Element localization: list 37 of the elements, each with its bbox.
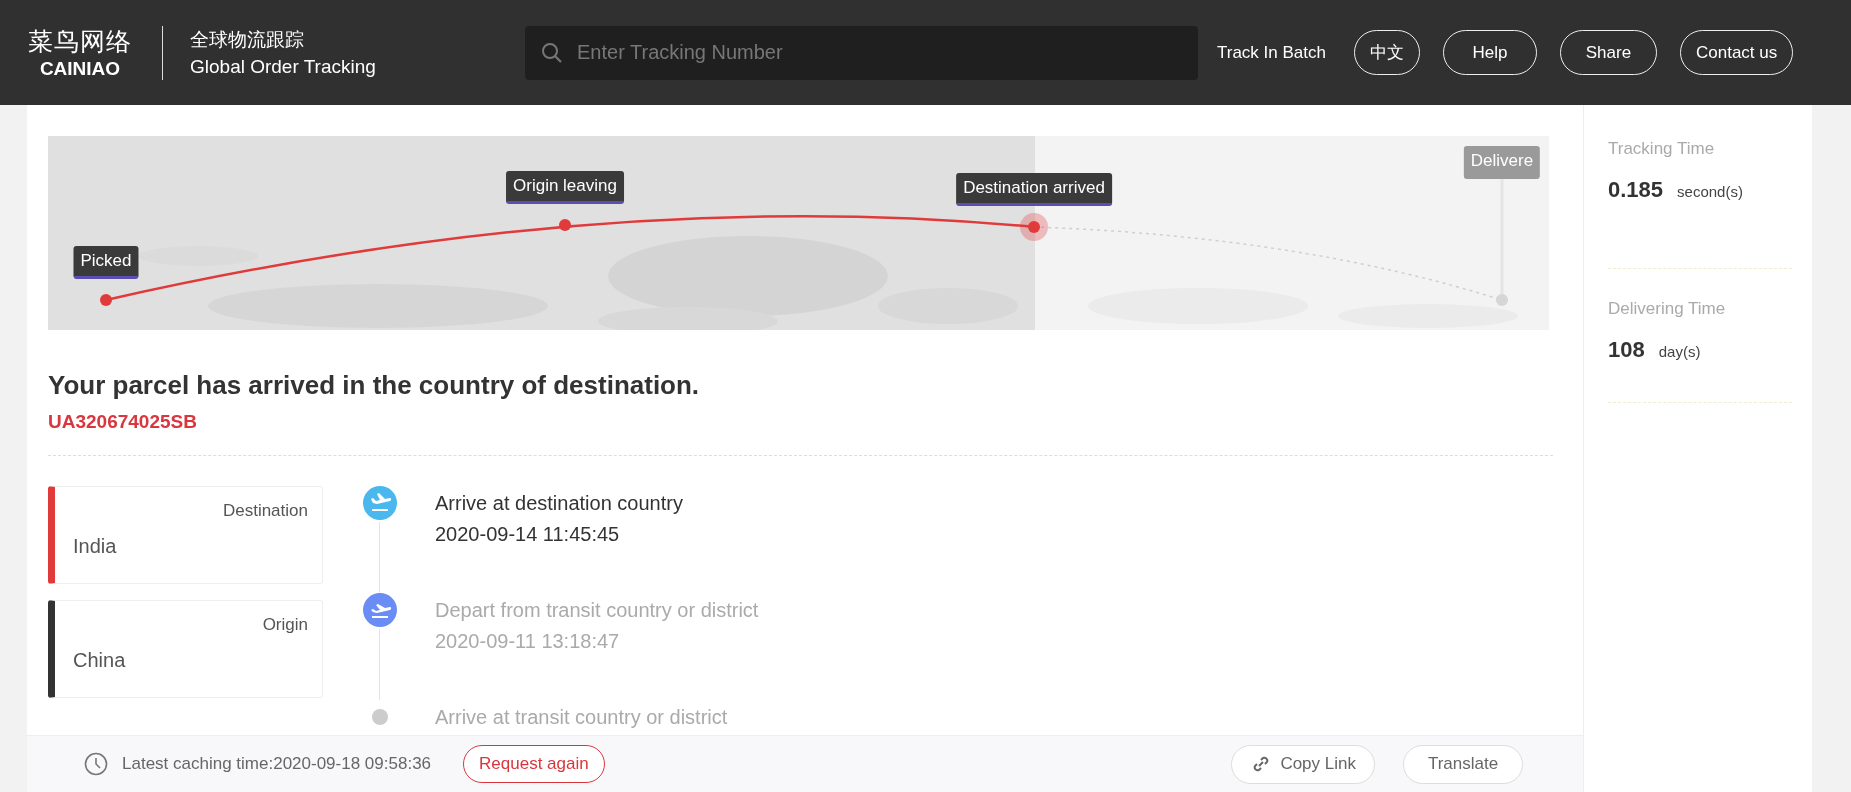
event-time: 2020-09-14 11:45:45 — [435, 522, 621, 547]
header-button[interactable]: Contact us — [1679, 30, 1794, 75]
site-title: Global Order Tracking — [190, 56, 377, 78]
event-title: Arrive at transit country or district — [435, 705, 728, 730]
tracking-number: UA320674025SB — [48, 411, 198, 433]
plane-takeoff-icon — [363, 593, 397, 627]
map-label: Destination arrived — [956, 173, 1112, 206]
translate-button[interactable]: Translate — [1403, 744, 1523, 784]
stat-unit: second(s) — [1677, 183, 1743, 200]
stat-label: Tracking Time — [1608, 139, 1716, 159]
request-again-button[interactable]: Request again — [463, 745, 605, 783]
plane-landing-icon — [363, 486, 397, 520]
country-name: India — [73, 535, 118, 558]
event-title: Arrive at destination country — [435, 491, 683, 516]
copy-link-button[interactable]: Copy Link — [1231, 744, 1375, 784]
cache-time: Latest caching time:2020-09-18 09:58:36 — [122, 754, 432, 774]
logo-text: 菜鸟网络 — [28, 26, 132, 57]
site-title: 全球物流跟踪 — [190, 28, 305, 52]
status-title: Your parcel has arrived in the country of destination. — [48, 370, 701, 401]
event-title: Depart from transit country or district — [435, 598, 759, 623]
stat-value: 108 — [1608, 337, 1645, 363]
stat-label: Delivering Time — [1608, 299, 1727, 319]
stat-value: 0.185 — [1608, 177, 1664, 203]
stat-unit: day(s) — [1658, 343, 1701, 360]
card-label: Origin — [262, 615, 308, 635]
logo-text: CAINIAO — [39, 58, 121, 80]
track-in-batch-link[interactable]: Track In Batch — [1217, 42, 1326, 63]
clock-icon — [84, 752, 108, 776]
search-field[interactable]: Enter Tracking Number — [525, 25, 1198, 80]
card-label: Destination — [222, 501, 308, 521]
map-label: Picked — [73, 246, 139, 279]
map-label: Delivere — [1463, 146, 1541, 179]
event-time: 2020-09-11 13:18:47 — [435, 629, 621, 654]
country-name: China — [73, 649, 127, 672]
search-icon — [541, 41, 563, 64]
timeline-dot — [372, 709, 388, 725]
map-label: Origin leaving — [506, 171, 624, 204]
